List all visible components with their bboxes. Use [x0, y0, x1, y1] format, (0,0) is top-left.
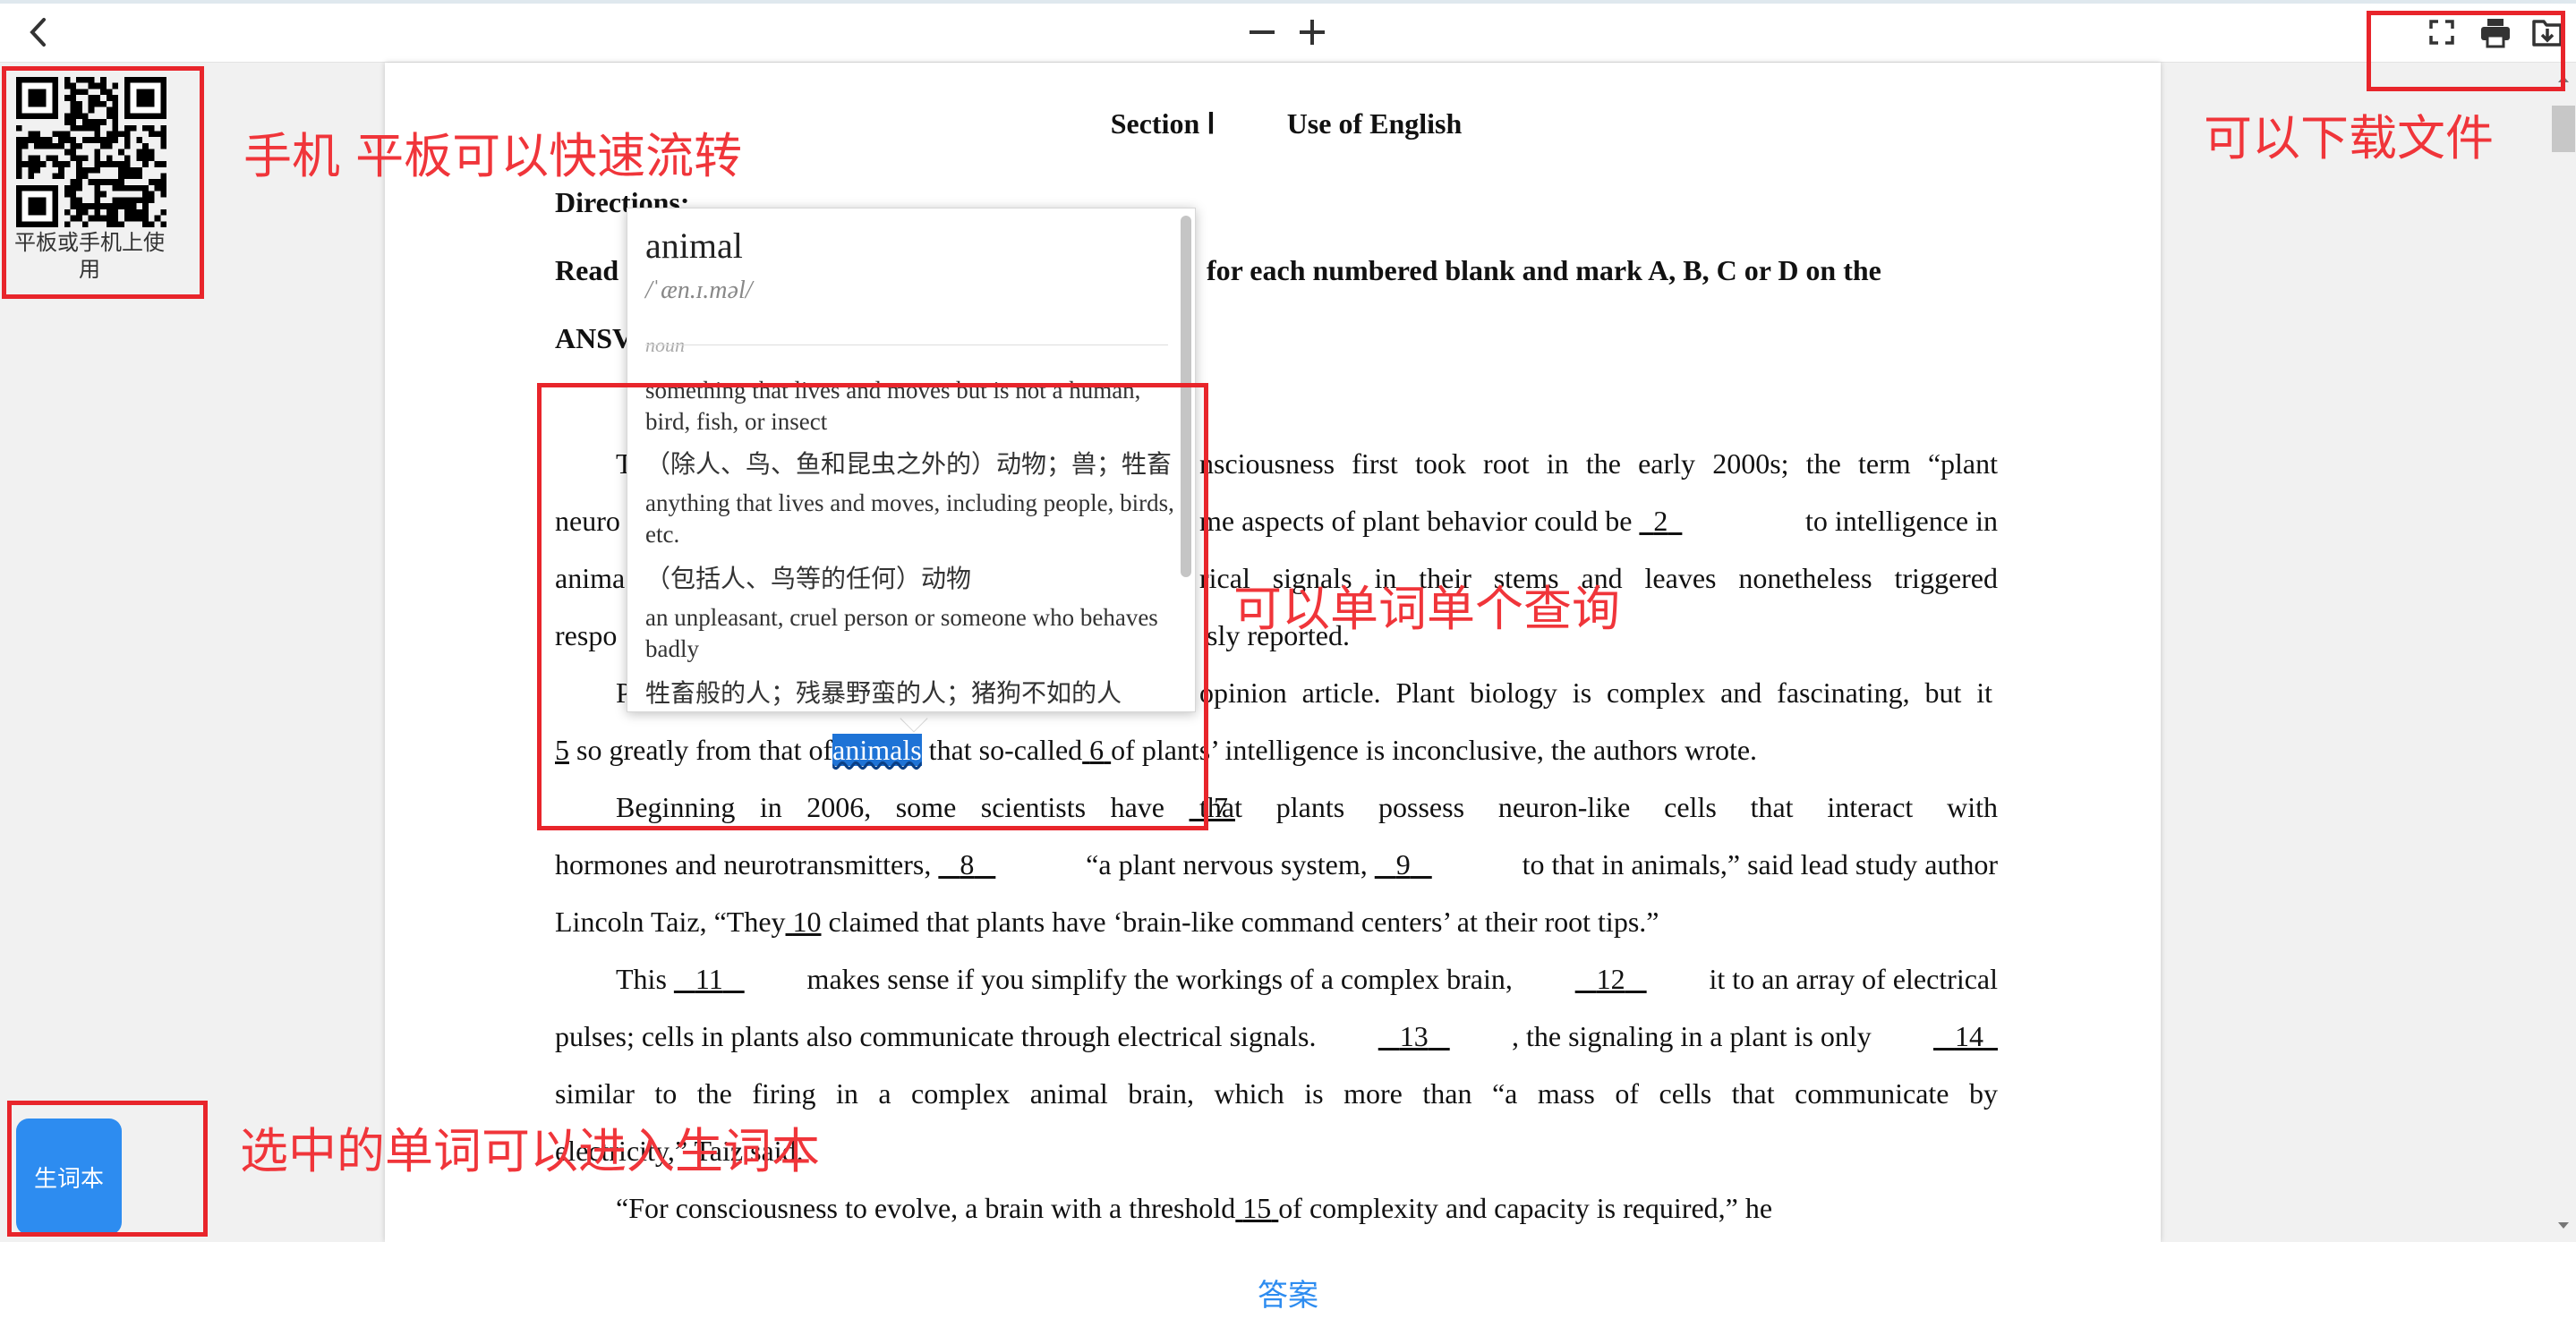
text-fragment: makes sense if you simplify the workings…: [806, 963, 1513, 995]
annotation-lookup-text: 可以单词单个查询: [1233, 581, 1620, 637]
section-title: Use of English: [1286, 107, 1463, 140]
text-fragment: hormones and neurotransmitters, 8: [555, 848, 975, 880]
pdf-reader-app: { "toolbar": { "back_icon": "chevron-lef…: [0, 0, 2576, 1344]
text-fragment: it to an array of electrical: [1709, 963, 1998, 995]
right-sidebar: [2161, 63, 2576, 1242]
popup-phonetic: /ˈæn.ɪ.məl/: [645, 276, 753, 304]
annotation-box-vocab: [7, 1101, 208, 1237]
annotation-qr-text: 手机 平板可以快速流转: [243, 128, 743, 184]
scroll-down-arrow-icon[interactable]: [2555, 1219, 2572, 1233]
text-line: similar to the firing in a complex anima…: [555, 1077, 1998, 1110]
blank-number: 13: [1399, 1020, 1429, 1052]
minus-icon: [1250, 30, 1275, 34]
annotation-box-download: [2367, 11, 2565, 91]
text-fragment: me aspects of plant behavior could be 2: [1199, 505, 1668, 537]
text-fragment: that plants possess neuron-like cells th…: [1199, 791, 1998, 823]
text-fragment: This 11: [616, 963, 723, 995]
popup-part-of-speech: noun: [645, 334, 685, 356]
section-heading: Section Ⅰ Use of English: [555, 104, 1998, 143]
blank-number: 12: [1596, 963, 1625, 995]
directions-text-rest: for each numbered blank and mark A, B, C…: [1207, 254, 1881, 286]
text-fragment: pulses; cells in plants also communicate…: [555, 1020, 1317, 1052]
popup-word: animal: [645, 225, 743, 266]
text-fragment: “a plant nervous system, 9: [1086, 848, 1411, 880]
zoom-in-button[interactable]: [1294, 14, 1330, 50]
annotation-vocab-text: 选中的单词可以进入生词本: [240, 1123, 820, 1179]
zoom-out-button[interactable]: [1244, 14, 1280, 50]
text-line: “For consciousness to evolve, a brain wi…: [616, 1192, 1773, 1224]
blank-number: 14: [1954, 1020, 1983, 1052]
text-fragment: “For consciousness to evolve, a brain wi…: [616, 1192, 1236, 1224]
text-fragment: of complexity and capacity is required,”…: [1278, 1192, 1773, 1224]
text-fragment: , the signaling in a plant is only: [1511, 1020, 1872, 1052]
text-line: Lincoln Taiz, “They 10 claimed that plan…: [555, 906, 1659, 938]
top-toolbar: [0, 0, 2576, 63]
scrollbar-thumb[interactable]: [2552, 106, 2575, 152]
scrollbar-track[interactable]: [2551, 63, 2576, 1242]
annotation-box-lookup: [537, 383, 1208, 830]
text-fragment: opinion article. Plant biology is comple…: [1199, 676, 1992, 709]
annotation-box-qr: [2, 66, 204, 299]
text-line: This 11 makes sense if you simplify the …: [555, 959, 1998, 999]
text-fragment: to that in animals,” said lead study aut…: [1522, 848, 1998, 880]
text-fragment: to intelligence in: [1804, 505, 1998, 537]
plus-icon: [1300, 20, 1325, 45]
annotation-download-text: 可以下载文件: [2204, 110, 2494, 166]
back-button[interactable]: [20, 13, 59, 52]
text-fragment: claimed that plants have ‘brain-like com…: [828, 906, 1659, 938]
text-fragment: Lincoln Taiz, “They: [555, 906, 786, 938]
text-line: hormones and neurotransmitters, 8 “a pla…: [555, 845, 1998, 884]
text-fragment: nsciousness first took root in the early…: [1199, 447, 1998, 480]
section-number: Section Ⅰ: [1110, 107, 1215, 140]
chevron-left-icon: [30, 18, 46, 47]
text-line: pulses; cells in plants also communicate…: [555, 1017, 1998, 1056]
window-edge: [0, 0, 2576, 4]
directions-text: Read: [555, 254, 619, 286]
answer-link[interactable]: 答案: [1258, 1271, 1318, 1314]
